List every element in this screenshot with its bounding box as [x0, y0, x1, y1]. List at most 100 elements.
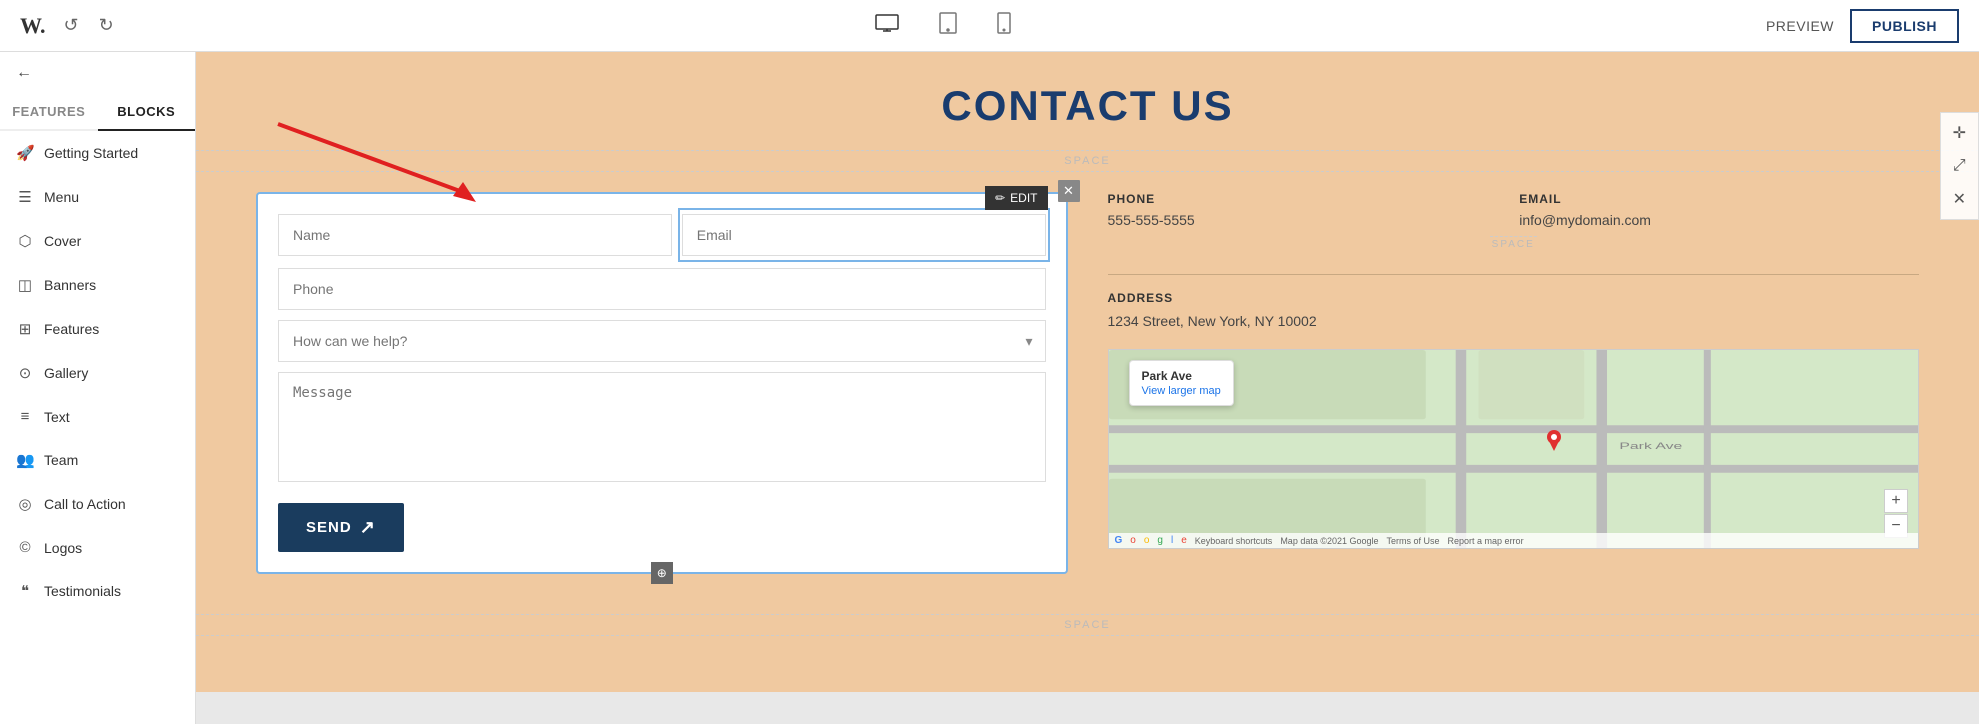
address-value: 1234 Street, New York, NY 10002 — [1108, 313, 1920, 329]
email-block: EMAIL info@mydomain.com — [1519, 192, 1919, 228]
phone-input[interactable] — [278, 268, 1046, 310]
map-background: Park Ave Park Ave View larger map — [1109, 350, 1919, 548]
redo-button[interactable]: ↻ — [93, 11, 120, 40]
name-input[interactable] — [278, 214, 672, 256]
dropdown-input[interactable] — [279, 321, 1013, 361]
menu-icon: ☰ — [16, 188, 34, 206]
map-container: Park Ave Park Ave View larger map — [1108, 349, 1920, 549]
logo: W. — [20, 13, 45, 39]
how-can-we-help-dropdown[interactable]: ▾ — [278, 320, 1046, 362]
message-textarea[interactable] — [278, 372, 1046, 482]
resize-icon[interactable]: ⊕ — [651, 562, 673, 584]
close-icon[interactable]: ✕ — [1945, 183, 1974, 215]
features-icon: ⊞ — [16, 320, 34, 338]
gallery-icon: ⊙ — [16, 364, 34, 382]
email-field-wrap: ✏ EDIT — [682, 214, 1046, 256]
publish-button[interactable]: PUBLISH — [1850, 9, 1959, 43]
send-label: SEND — [306, 519, 352, 536]
form-close-button[interactable]: ✕ — [1058, 180, 1080, 202]
sidebar-item-logos[interactable]: © Logos — [0, 526, 195, 569]
map-popup-title: Park Ave — [1142, 369, 1221, 383]
sidebar-item-testimonials[interactable]: ❝ Testimonials — [0, 569, 195, 613]
undo-button[interactable]: ↺ — [57, 11, 84, 40]
dropdown-arrow-icon: ▾ — [1013, 333, 1044, 350]
device-switcher — [867, 8, 1019, 44]
space-bar-top: SPACE — [196, 150, 1979, 172]
canvas-scroll: ✛ ⤢ ✕ CONTACT US SPACE ✕ — [196, 52, 1979, 724]
edit-label: EDIT — [1010, 191, 1037, 205]
send-arrow-icon: ↗ — [360, 517, 376, 538]
sidebar-back-button[interactable]: ← — [0, 52, 195, 94]
canvas-area: ✛ ⤢ ✕ CONTACT US SPACE ✕ — [196, 52, 1979, 724]
edit-pencil-icon: ✏ — [995, 191, 1005, 205]
sidebar-item-cover[interactable]: ⬡ Cover — [0, 219, 195, 263]
preview-button[interactable]: PREVIEW — [1766, 18, 1834, 34]
banners-icon: ◫ — [16, 276, 34, 294]
right-toolbar: ✛ ⤢ ✕ — [1940, 112, 1979, 220]
email-input[interactable] — [682, 214, 1046, 256]
contact-divider — [1108, 274, 1920, 275]
sidebar-item-label: Menu — [44, 189, 79, 205]
contact-info: PHONE 555-555-5555 EMAIL info@mydomain.c… — [1108, 192, 1920, 329]
call-to-action-icon: ◎ — [16, 495, 34, 513]
map-terms-label[interactable]: Terms of Use — [1387, 536, 1440, 546]
main-layout: ← FEATURES BLOCKS 🚀 Getting Started ☰ Me… — [0, 52, 1979, 724]
mobile-device-button[interactable] — [989, 8, 1019, 44]
sidebar-tabs: FEATURES BLOCKS — [0, 94, 195, 131]
sidebar-item-label: Text — [44, 409, 70, 425]
map-footer: Google Keyboard shortcuts Map data ©2021… — [1109, 533, 1919, 548]
move-icon[interactable]: ✛ — [1945, 117, 1974, 149]
sidebar-item-call-to-action[interactable]: ◎ Call to Action — [0, 482, 195, 526]
sidebar: ← FEATURES BLOCKS 🚀 Getting Started ☰ Me… — [0, 52, 196, 724]
page-title: CONTACT US — [196, 52, 1979, 150]
edit-badge[interactable]: ✏ EDIT — [985, 186, 1047, 210]
sidebar-item-features[interactable]: ⊞ Features — [0, 307, 195, 351]
send-button[interactable]: SEND ↗ — [278, 503, 404, 552]
space-bar-bottom: SPACE — [196, 614, 1979, 636]
map-report-label[interactable]: Report a map error — [1448, 536, 1524, 546]
map-data-label: Map data ©2021 Google — [1280, 536, 1378, 546]
topbar-left: W. ↺ ↻ — [20, 11, 120, 40]
sidebar-item-label: Banners — [44, 277, 96, 293]
topbar-right: PREVIEW PUBLISH — [1766, 9, 1959, 43]
sidebar-item-getting-started[interactable]: 🚀 Getting Started — [0, 131, 195, 175]
tab-features[interactable]: FEATURES — [0, 94, 98, 129]
contact-column: PHONE 555-555-5555 EMAIL info@mydomain.c… — [1108, 192, 1920, 574]
tab-blocks[interactable]: BLOCKS — [98, 94, 196, 131]
desktop-device-button[interactable] — [867, 10, 907, 42]
zoom-in-button[interactable]: + — [1884, 489, 1908, 513]
phone-value: 555-555-5555 — [1108, 212, 1508, 228]
sidebar-item-banners[interactable]: ◫ Banners — [0, 263, 195, 307]
team-icon: 👥 — [16, 451, 34, 469]
contact-grid: PHONE 555-555-5555 EMAIL info@mydomain.c… — [1108, 192, 1920, 228]
address-label: ADDRESS — [1108, 291, 1920, 305]
form-resize-handle[interactable]: ⊕ — [651, 562, 673, 584]
phone-block: PHONE 555-555-5555 — [1108, 192, 1508, 228]
sidebar-item-label: Testimonials — [44, 583, 121, 599]
testimonials-icon: ❝ — [16, 582, 34, 600]
sidebar-item-label: Gallery — [44, 365, 88, 381]
resize-icon[interactable]: ⤢ — [1945, 151, 1974, 181]
map-popup-link[interactable]: View larger map — [1142, 385, 1221, 397]
svg-text:Park Ave: Park Ave — [1619, 441, 1682, 451]
email-value: info@mydomain.com — [1519, 212, 1919, 228]
email-label: EMAIL — [1519, 192, 1919, 206]
sidebar-item-text[interactable]: ≡ Text — [0, 395, 195, 438]
sidebar-item-gallery[interactable]: ⊙ Gallery — [0, 351, 195, 395]
sidebar-item-label: Team — [44, 452, 78, 468]
two-column-layout: ✕ — [196, 172, 1979, 614]
canvas-content: ✛ ⤢ ✕ CONTACT US SPACE ✕ — [196, 52, 1979, 692]
sidebar-item-label: Call to Action — [44, 496, 126, 512]
phone-label: PHONE — [1108, 192, 1508, 206]
tablet-device-button[interactable] — [931, 8, 965, 44]
map-popup: Park Ave View larger map — [1129, 360, 1234, 406]
sidebar-item-label: Logos — [44, 540, 82, 556]
map-zoom-controls: + − — [1884, 489, 1908, 538]
sidebar-item-menu[interactable]: ☰ Menu — [0, 175, 195, 219]
map-pin — [1546, 429, 1562, 449]
cover-icon: ⬡ — [16, 232, 34, 250]
logos-icon: © — [16, 539, 34, 556]
sidebar-item-team[interactable]: 👥 Team — [0, 438, 195, 482]
history-controls: ↺ ↻ — [57, 11, 119, 40]
form-name-email-row: ✏ EDIT — [278, 214, 1046, 256]
